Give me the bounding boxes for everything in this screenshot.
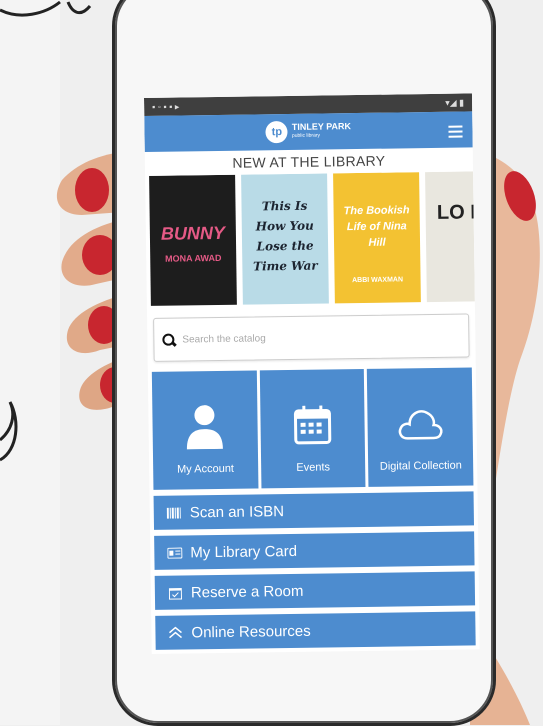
phone-device: ▪ ◦ ▪ ▪ ▸ ▾◢ ▮ tp TINLEY PARK public lib… bbox=[112, 0, 496, 726]
book-cover-time-war[interactable]: This Is How You Lose the Time War bbox=[241, 173, 329, 305]
chevron-up-icon bbox=[167, 626, 183, 639]
button-label: Scan an ISBN bbox=[189, 502, 285, 521]
button-label: My Library Card bbox=[190, 542, 298, 561]
status-icons-right: ▾◢ ▮ bbox=[445, 97, 465, 108]
button-label: Online Resources bbox=[191, 622, 311, 641]
book-cover-bunny[interactable]: BUNNY MONA AWAD bbox=[149, 174, 237, 306]
logo-mark[interactable]: tp bbox=[265, 120, 289, 144]
button-label: Reserve a Room bbox=[190, 582, 304, 601]
card-icon bbox=[166, 546, 182, 559]
calendar-check-icon bbox=[167, 586, 183, 600]
section-title: NEW AT THE LIBRARY bbox=[232, 152, 386, 171]
barcode-icon bbox=[166, 506, 182, 519]
tile-events[interactable]: Events bbox=[259, 368, 366, 489]
reserve-room-button[interactable]: Reserve a Room bbox=[154, 571, 476, 610]
quick-tiles: My Account Events Digital Collection bbox=[151, 367, 474, 490]
logo-text[interactable]: TINLEY PARK public library bbox=[291, 121, 352, 141]
book-author: ABBI WAXMAN bbox=[352, 276, 404, 285]
library-card-button[interactable]: My Library Card bbox=[154, 531, 475, 570]
book-author: MONA AWAD bbox=[165, 252, 222, 264]
app-screen: ▪ ◦ ▪ ▪ ▸ ▾◢ ▮ tp TINLEY PARK public lib… bbox=[144, 93, 480, 654]
status-icons-left: ▪ ◦ ▪ ▪ ▸ bbox=[152, 101, 180, 112]
catalog-search-field[interactable]: Search the catalog bbox=[153, 313, 470, 362]
tile-label: My Account bbox=[177, 462, 235, 476]
app-header: tp TINLEY PARK public library bbox=[144, 111, 473, 152]
book-title: BUNNY bbox=[160, 222, 226, 244]
hamburger-menu-icon[interactable] bbox=[448, 123, 463, 141]
calendar-icon bbox=[292, 399, 333, 450]
online-resources-button[interactable]: Online Resources bbox=[155, 611, 476, 650]
tile-digital-collection[interactable]: Digital Collection bbox=[367, 367, 474, 487]
search-icon bbox=[162, 333, 177, 347]
tile-label: Events bbox=[296, 461, 331, 474]
tile-my-account[interactable]: My Account bbox=[151, 370, 259, 490]
cloud-icon bbox=[397, 398, 444, 449]
new-books-carousel[interactable]: BUNNY MONA AWAD This Is How You Lose the… bbox=[145, 171, 475, 308]
book-cover-partial[interactable]: LO BO bbox=[425, 171, 475, 303]
logo-subtitle: public library bbox=[291, 132, 321, 139]
logo-title: TINLEY PARK bbox=[291, 121, 352, 132]
book-title: LO BO bbox=[436, 201, 475, 224]
search-placeholder: Search the catalog bbox=[182, 332, 266, 345]
user-icon bbox=[185, 401, 226, 452]
tile-label: Digital Collection bbox=[379, 459, 462, 473]
book-title: The Bookish Life of Nina Hill bbox=[343, 204, 410, 249]
scan-isbn-button[interactable]: Scan an ISBN bbox=[153, 491, 475, 530]
book-cover-nina-hill[interactable]: The Bookish Life of Nina Hill ABBI WAXMA… bbox=[333, 172, 421, 304]
book-title: This Is How You Lose the Time War bbox=[252, 198, 318, 274]
